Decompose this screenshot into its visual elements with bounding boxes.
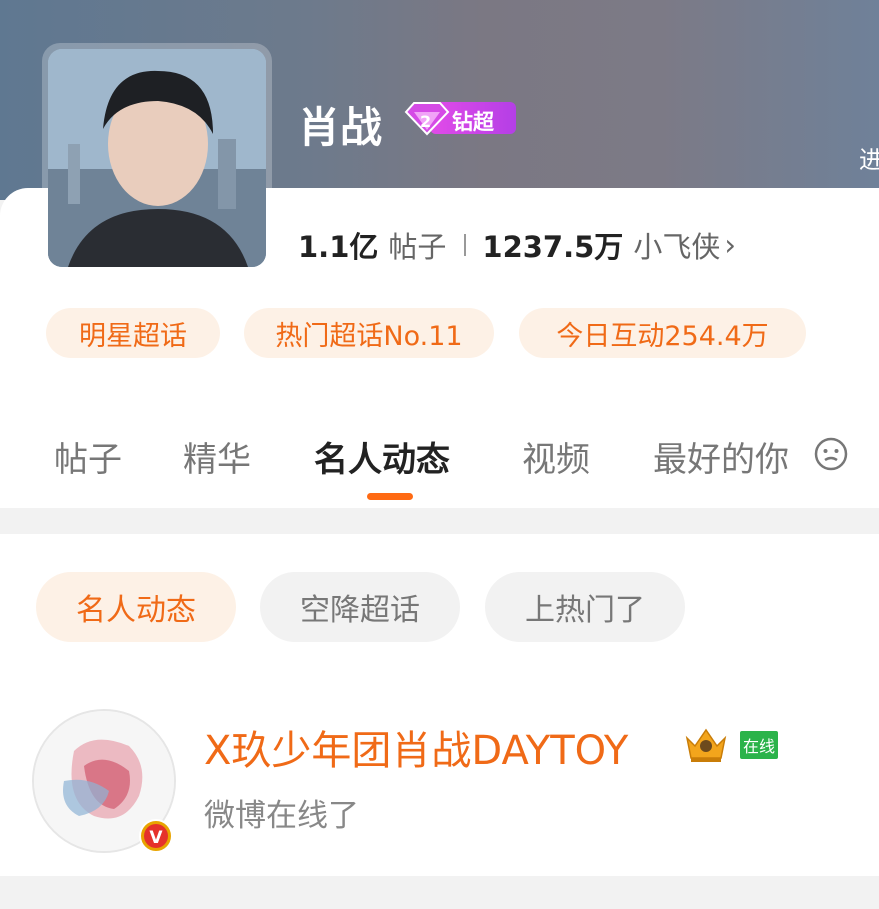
badge-level: 2 xyxy=(420,112,432,131)
section-divider xyxy=(0,508,879,534)
profile-stats: 1.1亿 帖子 1237.5万 小飞侠 › xyxy=(298,224,736,266)
face-emoji-icon xyxy=(814,437,848,471)
feed-username[interactable]: X玖少年团肖战DAYTOY xyxy=(204,718,628,776)
tag-star-supertopic[interactable]: 明星超话 xyxy=(46,308,220,358)
tab-best-you[interactable]: 最好的你 xyxy=(653,432,789,481)
diamond-super-badge[interactable]: 2 钻超 xyxy=(402,100,516,136)
crown-icon xyxy=(685,728,727,762)
fans-count: 1237.5万 xyxy=(482,230,624,264)
stats-divider xyxy=(464,234,467,256)
posts-label: 帖子 xyxy=(388,230,447,264)
verified-v-icon: V xyxy=(139,819,173,853)
avatar-image xyxy=(48,49,266,267)
bottom-divider xyxy=(0,876,879,909)
tab-posts[interactable]: 帖子 xyxy=(54,432,122,481)
filter-celebrity-updates[interactable]: 名人动态 xyxy=(36,572,236,642)
tab-featured[interactable]: 精华 xyxy=(183,432,251,481)
tab-videos[interactable]: 视频 xyxy=(522,432,590,481)
verified-v-label: V xyxy=(149,828,163,848)
header-edge-text: 进 xyxy=(859,146,879,174)
badge-label: 钻超 xyxy=(452,110,494,134)
posts-count: 1.1亿 xyxy=(298,230,379,264)
profile-avatar[interactable] xyxy=(42,43,272,273)
chevron-right-icon[interactable]: › xyxy=(724,228,736,262)
active-tab-indicator xyxy=(367,493,413,500)
tag-hot-rank[interactable]: 热门超话No.11 xyxy=(244,308,494,358)
profile-name: 肖战 xyxy=(298,103,383,152)
filter-airdrop-supertopic[interactable]: 空降超话 xyxy=(260,572,460,642)
fans-label[interactable]: 小飞侠 xyxy=(633,224,720,266)
online-badge: 在线 xyxy=(740,731,778,759)
tag-daily-interaction[interactable]: 今日互动254.4万 xyxy=(519,308,806,358)
feed-status-text: 微博在线了 xyxy=(204,798,359,834)
tab-celebrity-updates[interactable]: 名人动态 xyxy=(314,432,450,481)
filter-trending[interactable]: 上热门了 xyxy=(485,572,685,642)
